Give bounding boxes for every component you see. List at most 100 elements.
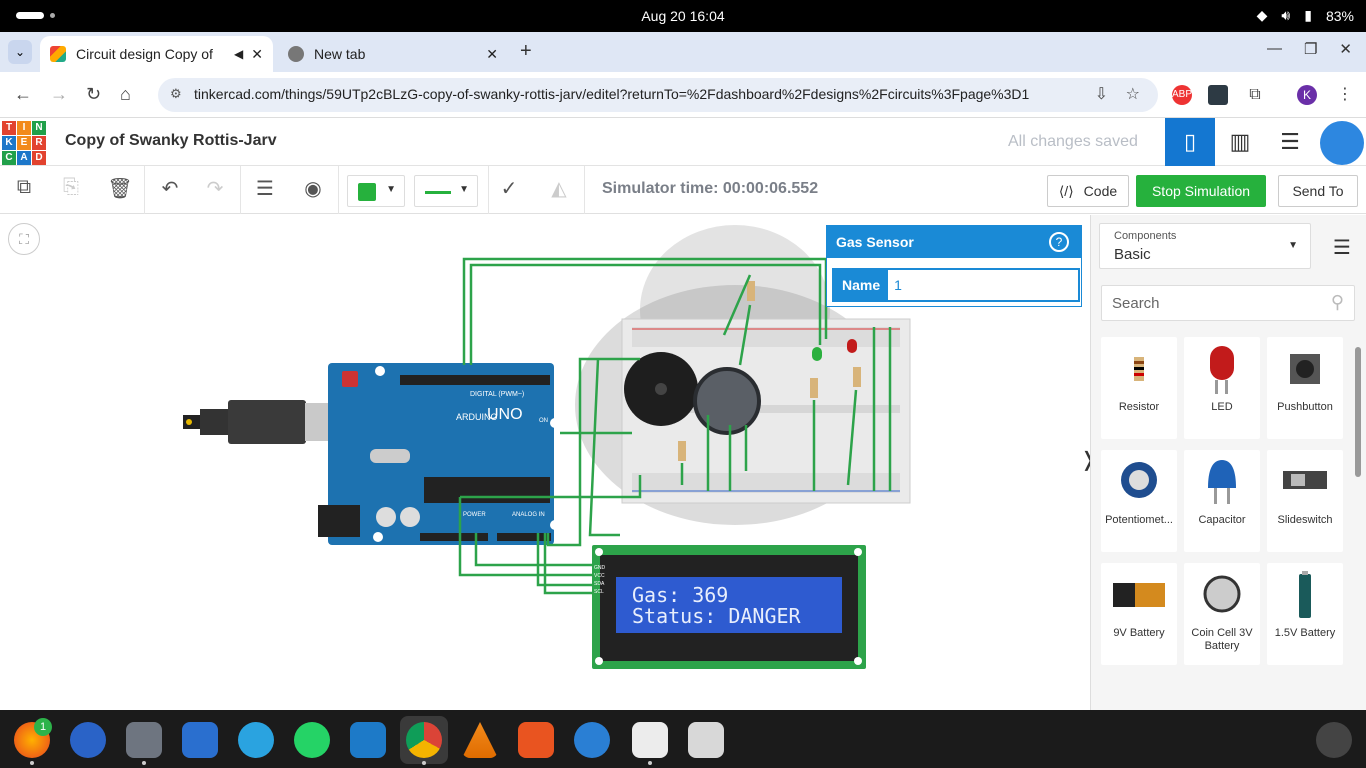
circuit-view-button[interactable]: ▯	[1165, 118, 1215, 166]
component-potentiometer[interactable]: Potentiomet...	[1101, 450, 1177, 552]
telegram-icon[interactable]	[238, 722, 274, 758]
user-avatar[interactable]	[1320, 121, 1364, 165]
panel-toggle-icon[interactable]: ❭	[1080, 447, 1090, 472]
search-input[interactable]: Search ⚲	[1101, 285, 1355, 321]
help-icon[interactable]	[574, 722, 610, 758]
component-led[interactable]: LED	[1184, 337, 1260, 439]
stop-simulation-button[interactable]: Stop Simulation	[1136, 175, 1266, 207]
resistor[interactable]	[747, 281, 755, 301]
component-slideswitch[interactable]: Slideswitch	[1267, 450, 1343, 552]
copy-icon[interactable]: ⧉	[9, 176, 39, 206]
component-capacitor[interactable]: Capacitor	[1184, 450, 1260, 552]
tinkercad-header: TIN KER CAD Copy of Swanky Rottis-Jarv A…	[0, 118, 1366, 166]
chrome-icon[interactable]	[406, 722, 442, 758]
tab-new-tab[interactable]: New tab ✕	[278, 36, 508, 72]
component-name: Pushbutton	[1277, 401, 1333, 413]
gas-sensor[interactable]	[693, 367, 761, 435]
home-icon[interactable]: ⌂	[120, 84, 131, 105]
resistor[interactable]	[810, 378, 818, 398]
battery-level: 83%	[1325, 7, 1354, 24]
rotate-icon[interactable]: ✓	[494, 176, 524, 206]
resistor[interactable]	[678, 441, 686, 461]
chevron-down-icon: ▼	[386, 184, 396, 195]
extensions-puzzle-icon[interactable]: ⧉	[1245, 85, 1265, 105]
bookmark-star-icon[interactable]: ☆	[1126, 84, 1140, 104]
component-list-button[interactable]: ☰	[1265, 118, 1315, 166]
resistor[interactable]	[853, 367, 861, 387]
led-red[interactable]	[847, 339, 857, 353]
adblock-icon[interactable]: ABP	[1172, 85, 1192, 105]
component-pushbutton[interactable]: Pushbutton	[1267, 337, 1343, 439]
reset-button[interactable]	[342, 371, 358, 387]
maximize-icon[interactable]: ❐	[1304, 40, 1317, 58]
close-tab-icon[interactable]: ✕	[251, 46, 263, 63]
design-title[interactable]: Copy of Swanky Rottis-Jarv	[65, 132, 277, 150]
panel-scrollbar[interactable]	[1353, 335, 1363, 705]
wire-color-picker[interactable]: ▼	[347, 175, 405, 207]
led-green[interactable]	[812, 347, 822, 361]
visibility-icon[interactable]: ◉	[298, 176, 328, 206]
undo-icon[interactable]: ↶	[155, 176, 185, 206]
breadboard-rail-top	[632, 327, 900, 347]
whatsapp-icon[interactable]	[294, 722, 330, 758]
install-app-icon[interactable]: ⇩	[1095, 84, 1108, 104]
close-tab-icon[interactable]: ✕	[486, 46, 498, 63]
trash-icon[interactable]	[688, 722, 724, 758]
tinkercad-logo[interactable]: TIN KER CAD	[2, 121, 46, 165]
send-to-button[interactable]: Send To	[1278, 175, 1358, 207]
component-9v-battery[interactable]: 9V Battery	[1101, 563, 1177, 665]
component-resistor[interactable]: Resistor	[1101, 337, 1177, 439]
component-name: Potentiomet...	[1105, 514, 1173, 526]
code-icon: ⟨/⟩	[1058, 182, 1074, 199]
name-field[interactable]: Name 1	[832, 268, 1080, 302]
vscode-icon[interactable]	[350, 722, 386, 758]
forward-icon[interactable]: →	[50, 84, 68, 105]
chrome-favicon-icon	[288, 46, 304, 62]
new-tab-button[interactable]: +	[520, 40, 532, 63]
close-window-icon[interactable]: ✕	[1339, 40, 1352, 58]
scrollbar-thumb[interactable]	[1355, 347, 1361, 477]
speaker-icon[interactable]: ◀︎	[234, 47, 243, 61]
address-bar[interactable]: ⚙ tinkercad.com/things/59UTp2cBLzG-copy-…	[158, 78, 1158, 112]
redo-icon[interactable]: ↷	[200, 176, 230, 206]
help-icon[interactable]: ?	[1049, 232, 1069, 252]
name-value[interactable]: 1	[888, 270, 1078, 300]
back-icon[interactable]: ←	[14, 84, 32, 105]
code-button[interactable]: ⟨/⟩ Code	[1047, 175, 1129, 207]
text-editor-icon[interactable]	[632, 722, 668, 758]
component-name: Resistor	[1118, 401, 1160, 413]
usb-connector	[200, 409, 230, 435]
tab-search-button[interactable]: ⌄	[8, 40, 32, 64]
list-view-icon[interactable]: ☰	[1333, 235, 1351, 260]
show-apps-icon[interactable]	[1316, 722, 1352, 758]
tab-circuit-design[interactable]: Circuit design Copy of ◀︎ ✕	[40, 36, 273, 72]
paste-icon[interactable]: ⎘	[56, 176, 86, 206]
menu-kebab-icon[interactable]: ⋮	[1335, 85, 1355, 105]
component-coin-cell[interactable]: Coin Cell 3V Battery	[1184, 563, 1260, 665]
reload-icon[interactable]: ↻	[86, 84, 101, 105]
profile-avatar[interactable]: K	[1297, 85, 1317, 105]
minimize-icon[interactable]: —	[1267, 40, 1282, 58]
buzzer-center	[655, 383, 667, 395]
schematic-view-button[interactable]: ▥	[1215, 118, 1265, 166]
name-label: Name	[834, 270, 889, 300]
app-center-icon[interactable]	[518, 722, 554, 758]
wire-type-picker[interactable]: ▼	[414, 175, 478, 207]
files-icon[interactable]	[126, 722, 162, 758]
site-info-icon[interactable]: ⚙	[170, 86, 182, 102]
notification-badge: 1	[34, 718, 52, 736]
components-select[interactable]: Components Basic ▼	[1099, 223, 1311, 269]
component-name: Capacitor	[1198, 514, 1246, 526]
analog-label: ANALOG IN	[512, 512, 545, 518]
delete-icon[interactable]: 🗑︎	[105, 176, 135, 206]
notes-icon[interactable]: ☰	[250, 176, 280, 206]
url-text: tinkercad.com/things/59UTp2cBLzG-copy-of…	[194, 86, 1030, 102]
flip-icon[interactable]: ◭	[544, 176, 574, 206]
system-tray[interactable]: ◆ 🔊︎ ▮ 83%	[1257, 7, 1354, 24]
extension-icon[interactable]	[1208, 85, 1228, 105]
writer-icon[interactable]	[182, 722, 218, 758]
component-aa-battery[interactable]: 1.5V Battery	[1267, 563, 1343, 665]
thunderbird-icon[interactable]	[70, 722, 106, 758]
clock[interactable]: Aug 20 16:04	[0, 8, 1366, 24]
vlc-icon[interactable]	[462, 722, 498, 758]
